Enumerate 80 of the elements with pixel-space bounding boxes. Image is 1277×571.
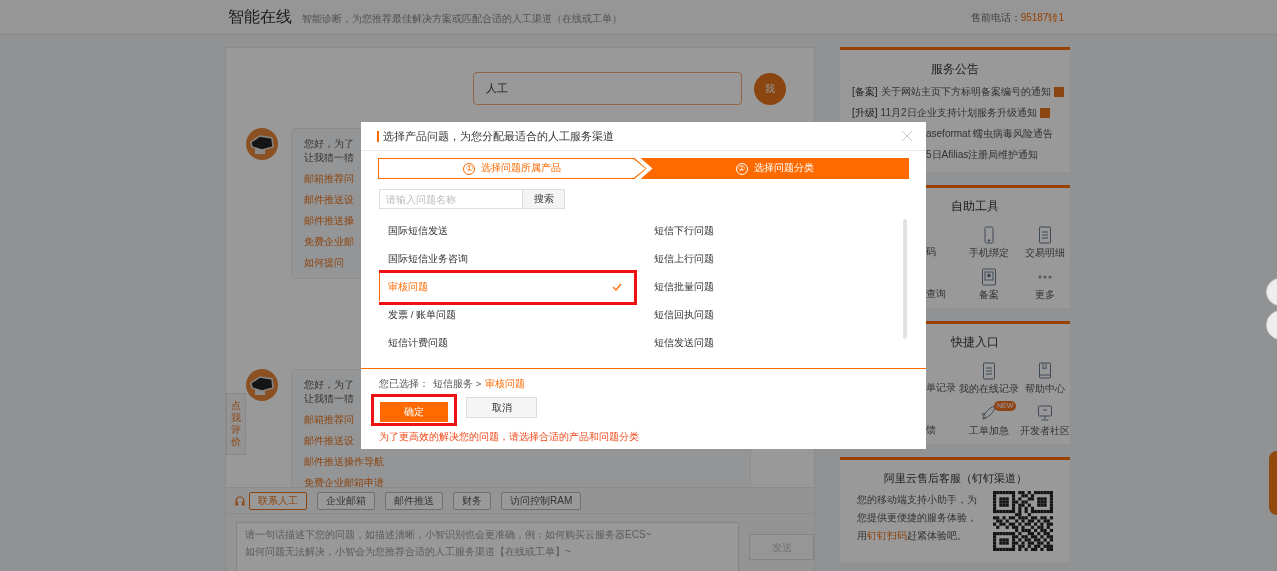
topic-tag[interactable]: 企业邮箱 (317, 491, 375, 510)
category-item[interactable]: 发票 / 账单问题 (379, 301, 628, 329)
topic-tag[interactable]: 财务 (453, 491, 491, 510)
page-title: 智能在线 (228, 7, 292, 27)
check-icon (612, 283, 622, 291)
selection-path: 短信服务 > (433, 377, 482, 391)
suggestion-link[interactable]: 邮件推送设 (304, 193, 354, 207)
tool-label[interactable]: 单记录 (926, 380, 958, 395)
rocket-icon (980, 404, 998, 422)
suggestion-link[interactable]: 免费企业邮箱申请 (304, 476, 384, 487)
card-title: 阿里云售后客服（钉钉渠道） (882, 471, 1028, 486)
topic-tag[interactable]: 访问控制RAM (501, 491, 582, 510)
tool-label[interactable]: 查询 (926, 286, 958, 301)
tool-link[interactable]: 更多 (1020, 265, 1070, 301)
message-text: 让我猜一猜 (304, 392, 354, 406)
suggestion-link[interactable]: 邮件推送设 (304, 434, 354, 448)
cancel-button[interactable]: 取消 (466, 397, 537, 419)
category-item[interactable]: 短信回执问题 (645, 301, 885, 329)
tool-link[interactable]: 备案 (958, 265, 1020, 301)
category-item[interactable]: 短信计费问题 (379, 329, 628, 357)
card-title: 服务公告 (930, 61, 980, 78)
message-text: 您好，为了 (304, 378, 354, 392)
suggestion-link[interactable]: 免费企业邮 (304, 235, 354, 249)
category-item[interactable]: 短信下行问题 (645, 217, 885, 245)
notice-link[interactable]: 11月2日企业支持计划服务升级通知 (880, 105, 1037, 120)
search-field[interactable]: 请输入问题名称 (379, 189, 523, 209)
document-icon (981, 362, 997, 380)
certificate-icon (981, 268, 997, 286)
tool-label[interactable]: 码 (926, 244, 958, 259)
user-message: 人工 (473, 72, 742, 105)
tool-link[interactable]: 开发者社区 (1020, 401, 1070, 437)
phone-label: 售前电话： (970, 10, 1021, 25)
notice-link[interactable]: aseformat 蠕虫病毒风险通告 (926, 126, 1054, 141)
headset-icon (234, 494, 246, 507)
notice-tag: [备案] (852, 84, 878, 99)
phone-number: 95187转1 (1020, 10, 1064, 25)
category-item[interactable]: 短信上行问题 (645, 245, 885, 273)
robot-avatar (246, 128, 278, 160)
suggestion-link[interactable]: 邮箱推荐问 (304, 172, 354, 186)
dingtalk-description: 您的移动端支持小助手，为您提供更便捷的服务体验，用钉钉扫码赶紧体验吧。 (857, 492, 977, 543)
card-title: 快捷入口 (950, 334, 1000, 351)
topic-tag[interactable]: 邮件推送 (385, 491, 443, 510)
suggestion-link[interactable]: 邮件推送操作导航 (304, 455, 384, 469)
search-button[interactable]: 搜索 (523, 189, 565, 209)
phone-icon (981, 226, 997, 244)
category-item[interactable]: 国际短信业务咨询 (379, 245, 628, 273)
suggestion-link[interactable]: 邮件推送操 (304, 214, 354, 228)
title-accent (377, 130, 379, 142)
step-tab[interactable]: ② 选择问题分类 (640, 158, 909, 179)
suggestion-link[interactable]: 邮箱推荐问 (304, 413, 354, 427)
qr-code (993, 490, 1053, 551)
tool-label[interactable]: 馈 (926, 422, 958, 437)
modal-title: 选择产品问题，为您分配最适合的人工服务渠道 (383, 128, 614, 144)
tool-link[interactable]: 交易明细 (1020, 223, 1070, 259)
robot-avatar (246, 369, 278, 401)
contact-agent-button[interactable]: 联系人工 (249, 491, 307, 510)
close-icon[interactable] (902, 131, 912, 141)
scan-link[interactable]: 钉钉扫码 (867, 529, 907, 541)
book-icon (1037, 362, 1053, 380)
more-icon (1037, 274, 1053, 280)
tool-link[interactable]: 帮助中心 (1020, 359, 1070, 395)
category-item[interactable]: 短信批量问题 (645, 273, 885, 301)
document-icon (1037, 226, 1053, 244)
selection-value: 审核问题 (485, 377, 526, 391)
selection-label: 您已选择： (379, 377, 429, 391)
category-item[interactable]: 国际短信发送 (379, 217, 628, 245)
notice-link[interactable]: 关于网站主页下方标明备案编号的通知 (880, 84, 1051, 99)
warning-text: 为了更高效的解决您的问题，请选择合适的产品和问题分类 (379, 430, 640, 445)
monitor-icon (1037, 404, 1053, 422)
tool-link[interactable]: 我的在线记录 (958, 359, 1020, 395)
suggestion-link[interactable]: 如何提问 (304, 256, 344, 270)
notice-link[interactable]: 5日Afilias注册局维护通知 (926, 147, 1039, 162)
notice-tag: [升级] (852, 105, 878, 120)
user-avatar: 我 (754, 72, 786, 105)
message-text: 让我猜一猜 (304, 151, 354, 165)
message-text: 您好，为了 (304, 137, 354, 151)
category-item[interactable]: 短信发送问题 (645, 329, 885, 357)
tool-link[interactable]: 手机绑定 (958, 223, 1020, 259)
rate-tab[interactable]: 点我评价 (226, 393, 246, 455)
card-title: 自助工具 (950, 198, 1000, 215)
